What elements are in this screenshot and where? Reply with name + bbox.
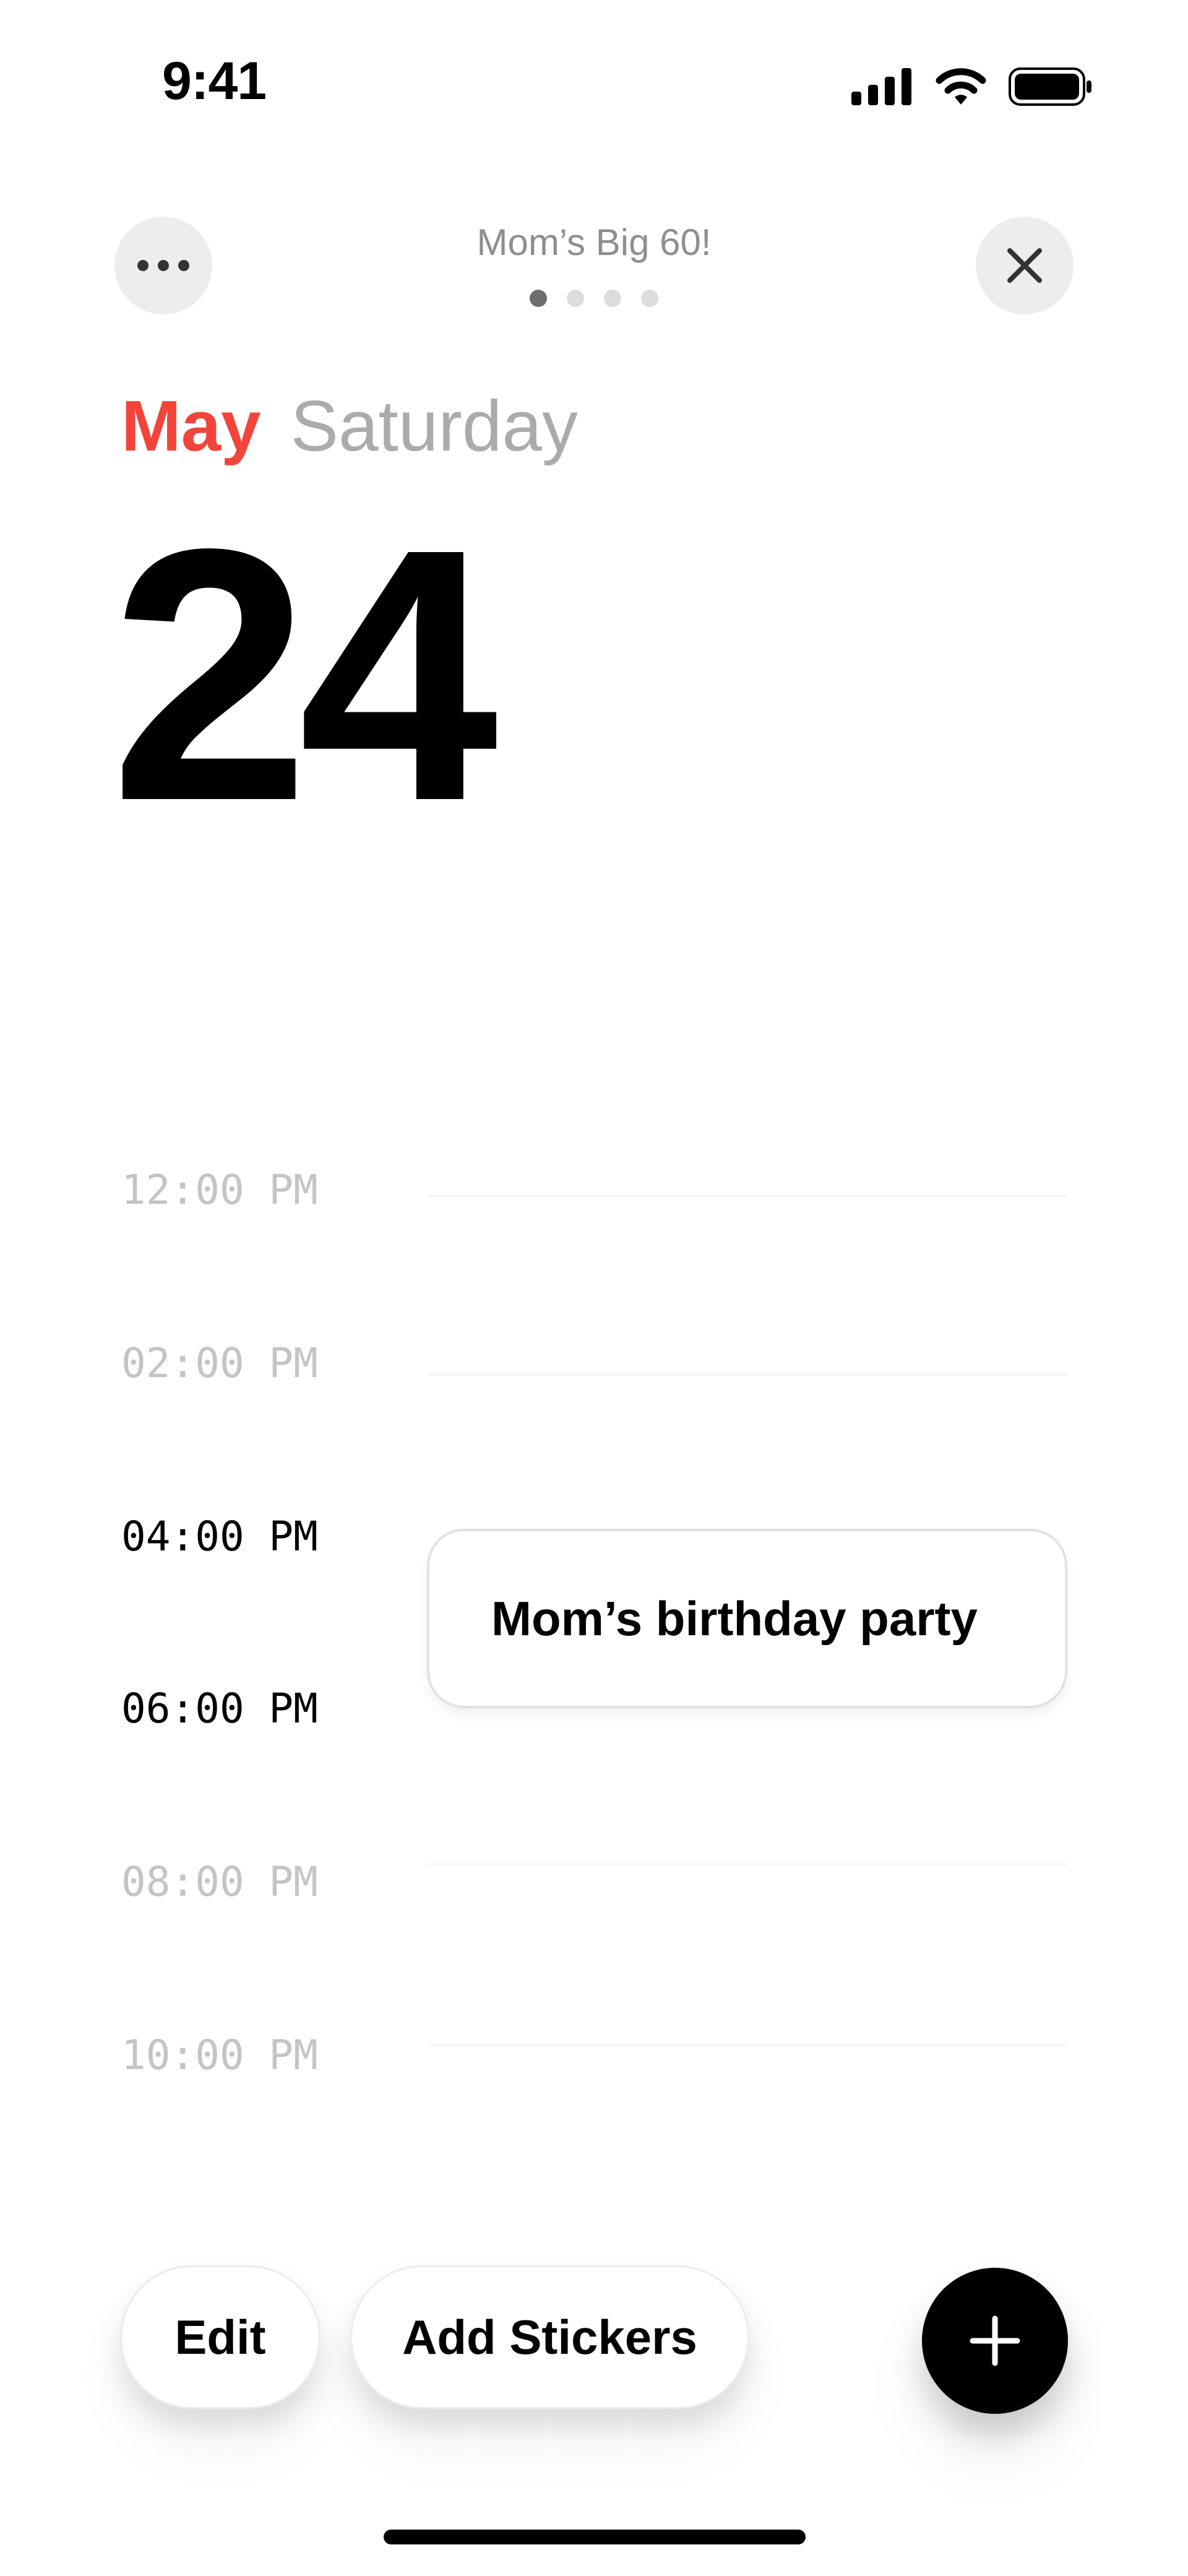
event-day-screen: 9:41 Mom’s Big 60! May Saturday 24 12:00…: [0, 0, 1188, 2576]
page-dot[interactable]: [604, 290, 621, 307]
battery-icon: [1009, 67, 1091, 106]
cellular-signal-icon: [851, 68, 911, 105]
event-title: Mom’s birthday party: [491, 1591, 978, 1646]
home-indicator[interactable]: [384, 2530, 806, 2544]
status-icons: [851, 67, 1093, 106]
plus-icon: [970, 2315, 1020, 2366]
day-number: 24: [110, 474, 498, 875]
date-heading: May Saturday: [121, 390, 578, 462]
page-dot[interactable]: [641, 290, 658, 307]
time-label: 12:00 PM: [121, 1166, 318, 1214]
time-label: 10:00 PM: [121, 2031, 318, 2079]
time-label: 04:00 PM: [121, 1513, 318, 1560]
time-label: 02:00 PM: [121, 1339, 318, 1387]
close-button[interactable]: [976, 217, 1074, 314]
time-label: 08:00 PM: [121, 1858, 318, 1906]
time-label: 06:00 PM: [121, 1685, 318, 1732]
page-dot[interactable]: [530, 290, 547, 307]
page-dot[interactable]: [567, 290, 584, 307]
hour-divider: [427, 2044, 1067, 2047]
close-icon: [1007, 248, 1042, 283]
hour-divider: [427, 1863, 1067, 1866]
wifi-icon: [936, 68, 986, 105]
weekday-label: Saturday: [290, 386, 578, 466]
month-label: May: [121, 386, 261, 466]
status-time: 9:41: [162, 51, 267, 111]
hour-divider: [427, 1195, 1067, 1198]
hour-divider: [427, 1373, 1067, 1376]
add-event-button[interactable]: [922, 2268, 1068, 2414]
edit-button[interactable]: Edit: [120, 2265, 321, 2409]
add-stickers-button[interactable]: Add Stickers: [350, 2265, 749, 2409]
event-card[interactable]: Mom’s birthday party: [427, 1529, 1067, 1708]
